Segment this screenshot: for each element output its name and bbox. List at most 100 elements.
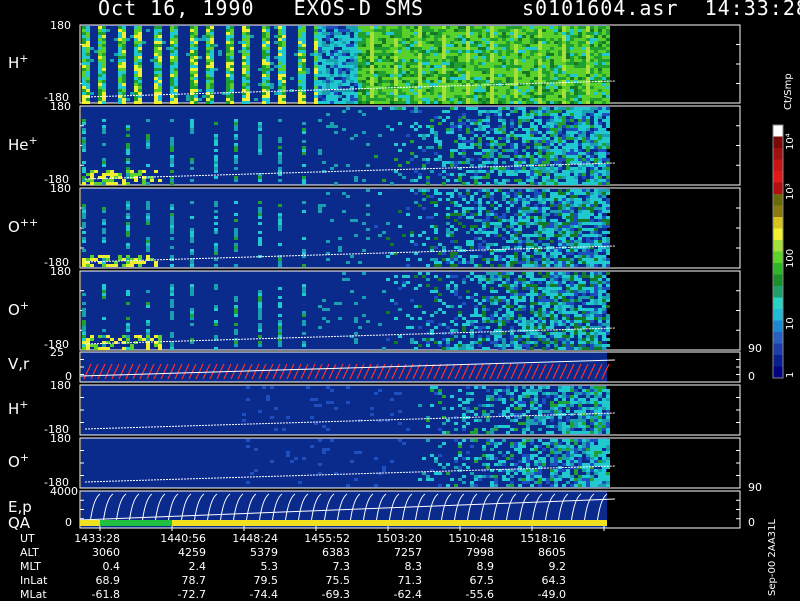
heat-cell bbox=[434, 92, 438, 95]
heat-cell bbox=[510, 134, 514, 137]
heat-cell bbox=[606, 131, 610, 134]
heat-cell bbox=[494, 128, 498, 131]
heat-cell bbox=[466, 47, 470, 50]
heat-cell bbox=[490, 195, 494, 198]
heat-cell bbox=[118, 71, 122, 74]
heat-cell bbox=[454, 68, 458, 71]
heat-cell bbox=[462, 92, 466, 95]
heat-cell bbox=[522, 219, 526, 222]
heat-cell bbox=[402, 234, 406, 237]
heat-cell bbox=[102, 62, 106, 65]
heat-cell bbox=[586, 219, 590, 222]
heat-cell bbox=[518, 243, 522, 246]
heat-cell bbox=[118, 173, 122, 176]
heat-cell bbox=[258, 125, 262, 128]
heat-cell bbox=[530, 44, 534, 47]
heat-cell bbox=[478, 213, 482, 216]
heat-cell bbox=[414, 287, 418, 290]
heat-cell bbox=[382, 71, 386, 74]
heat-cell bbox=[158, 56, 162, 59]
heat-cell bbox=[598, 59, 602, 62]
heat-cell bbox=[122, 44, 126, 47]
heat-cell bbox=[378, 59, 382, 62]
heat-cell bbox=[334, 41, 338, 44]
heat-cell bbox=[522, 240, 526, 243]
heat-cell bbox=[550, 128, 554, 131]
heat-cell bbox=[486, 161, 490, 164]
heat-cell bbox=[582, 167, 586, 170]
heat-cell bbox=[546, 71, 550, 74]
heat-cell bbox=[558, 143, 562, 146]
heat-cell bbox=[366, 68, 370, 71]
heat-cell bbox=[574, 89, 578, 92]
heat-cell bbox=[434, 131, 438, 134]
heat-cell bbox=[510, 41, 514, 44]
heat-cell bbox=[298, 47, 302, 50]
heat-cell bbox=[594, 231, 598, 234]
heat-cell bbox=[558, 213, 562, 216]
heat-cell bbox=[578, 170, 582, 173]
heat-cell bbox=[486, 170, 490, 173]
heat-cell bbox=[542, 47, 546, 50]
heat-cell bbox=[410, 240, 414, 243]
heat-cell bbox=[598, 213, 602, 216]
heat-cell bbox=[82, 29, 86, 32]
heat-cell bbox=[570, 41, 574, 44]
heat-cell bbox=[230, 56, 234, 59]
heat-cell bbox=[158, 80, 162, 83]
heat-cell bbox=[494, 179, 498, 182]
heat-cell bbox=[350, 74, 354, 77]
heat-cell bbox=[562, 116, 566, 119]
heat-cell bbox=[554, 53, 558, 56]
heat-cell bbox=[526, 216, 530, 219]
heat-cell bbox=[594, 131, 598, 134]
heat-cell bbox=[598, 249, 602, 252]
heat-cell bbox=[474, 101, 478, 104]
heat-cell bbox=[558, 95, 562, 98]
heat-cell bbox=[362, 83, 366, 86]
heat-cell bbox=[422, 164, 426, 167]
heat-cell bbox=[538, 264, 542, 267]
heat-cell bbox=[470, 65, 474, 68]
heat-cell bbox=[246, 29, 250, 32]
heat-cell bbox=[170, 140, 174, 143]
heat-cell bbox=[586, 195, 590, 198]
heat-cell bbox=[358, 35, 362, 38]
heat-cell bbox=[158, 65, 162, 68]
heat-cell bbox=[470, 122, 474, 125]
heat-cell bbox=[402, 281, 406, 284]
heat-cell bbox=[330, 74, 334, 77]
heat-cell bbox=[438, 252, 442, 255]
heat-cell bbox=[450, 258, 454, 261]
heat-cell bbox=[242, 32, 246, 35]
heat-cell bbox=[302, 41, 306, 44]
heat-cell bbox=[358, 80, 362, 83]
heat-cell bbox=[126, 335, 130, 338]
heat-cell bbox=[582, 86, 586, 89]
heat-cell bbox=[214, 246, 218, 249]
heat-cell bbox=[170, 228, 174, 231]
heat-cell bbox=[326, 68, 330, 71]
heat-cell bbox=[134, 50, 138, 53]
heat-cell bbox=[590, 146, 594, 149]
heat-cell bbox=[82, 258, 86, 261]
heat-cell bbox=[506, 246, 510, 249]
heat-cell bbox=[278, 332, 282, 335]
heat-cell bbox=[602, 38, 606, 41]
heat-cell bbox=[602, 222, 606, 225]
heat-cell bbox=[382, 29, 386, 32]
heat-cell bbox=[506, 68, 510, 71]
heat-cell bbox=[134, 83, 138, 86]
heat-cell bbox=[302, 332, 306, 335]
heat-cell bbox=[362, 44, 366, 47]
heat-cell bbox=[158, 62, 162, 65]
heat-cell bbox=[282, 86, 286, 89]
heat-cell bbox=[398, 122, 402, 125]
heat-cell bbox=[378, 32, 382, 35]
heat-cell bbox=[362, 59, 366, 62]
heat-cell bbox=[378, 89, 382, 92]
heat-cell bbox=[578, 71, 582, 74]
heat-cell bbox=[602, 231, 606, 234]
heat-cell bbox=[550, 143, 554, 146]
heat-cell bbox=[478, 264, 482, 267]
